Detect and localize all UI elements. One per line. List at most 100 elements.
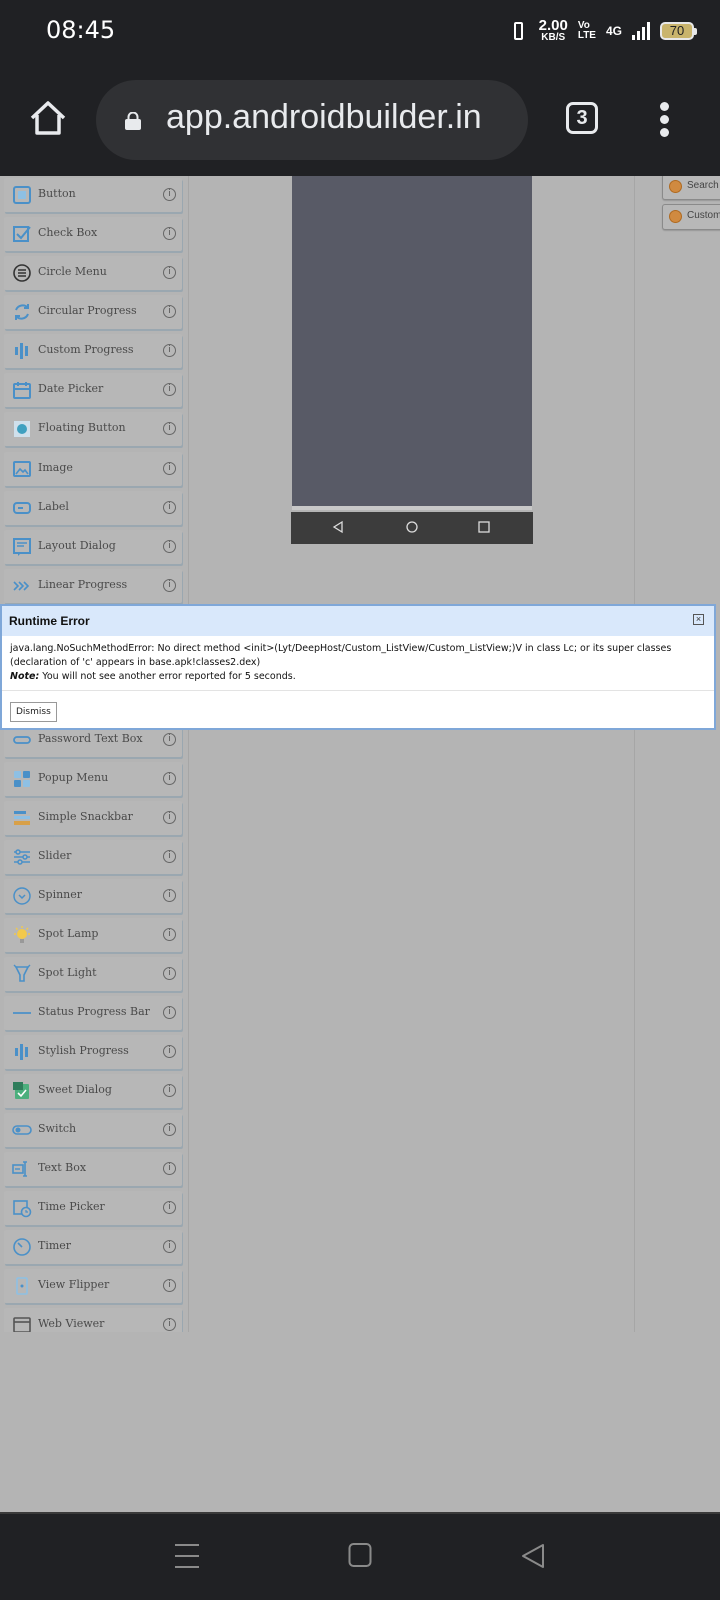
palette-item-label: Sweet Dialog	[38, 1083, 112, 1096]
palette-item-circle-menu[interactable]: Circle Menu i	[4, 256, 182, 290]
address-bar[interactable]: app.androidbuilder.in	[96, 80, 528, 160]
web-viewer-icon	[13, 1317, 31, 1332]
palette-item-label-widget[interactable]: Label i	[4, 491, 182, 525]
info-icon[interactable]: i	[163, 422, 176, 435]
info-icon[interactable]: i	[163, 1006, 176, 1019]
palette-item-spinner[interactable]: Spinner i	[4, 879, 182, 913]
clock: 08:45	[46, 16, 116, 44]
palette-item-stylish-progress[interactable]: Stylish Progress i	[4, 1035, 182, 1069]
palette-item-custom-progress[interactable]: Custom Progress i	[4, 334, 182, 368]
info-icon[interactable]: i	[163, 579, 176, 592]
dismiss-button[interactable]: Dismiss	[10, 702, 57, 722]
info-icon[interactable]: i	[163, 850, 176, 863]
info-icon[interactable]: i	[163, 733, 176, 746]
palette-item-switch[interactable]: Switch i	[4, 1113, 182, 1147]
lamp-icon	[14, 926, 30, 943]
info-icon[interactable]: i	[163, 188, 176, 201]
info-icon[interactable]: i	[163, 344, 176, 357]
dialog-title: Runtime Error	[9, 614, 90, 628]
recents-icon	[478, 521, 490, 533]
tab-switcher-button[interactable]: 3	[566, 102, 598, 134]
palette-item-web-viewer[interactable]: Web Viewer i	[4, 1308, 182, 1332]
info-icon[interactable]: i	[163, 1084, 176, 1097]
image-icon	[13, 461, 31, 477]
palette-item-floating-button[interactable]: Floating Button i	[4, 412, 182, 446]
info-icon[interactable]: i	[163, 811, 176, 824]
menu-icon[interactable]	[174, 1542, 200, 1570]
dialog-body: java.lang.NoSuchMethodError: No direct m…	[2, 636, 714, 688]
info-icon[interactable]: i	[163, 383, 176, 396]
palette-item-label: Time Picker	[38, 1200, 105, 1213]
palette-item-layout-dialog[interactable]: Layout Dialog i	[4, 530, 182, 564]
floating-button-icon	[14, 421, 30, 437]
info-icon[interactable]: i	[163, 928, 176, 941]
info-icon[interactable]: i	[163, 1045, 176, 1058]
palette-item-image[interactable]: Image i	[4, 452, 182, 486]
browser-menu-icon[interactable]	[660, 102, 670, 137]
info-icon[interactable]: i	[163, 1123, 176, 1136]
back-nav-icon[interactable]	[520, 1542, 546, 1570]
palette-item-circular-progress[interactable]: Circular Progress i	[4, 295, 182, 329]
dialog-divider	[2, 690, 714, 691]
component-tree-label: Search	[687, 180, 719, 191]
info-icon[interactable]: i	[163, 501, 176, 514]
palette-item-view-flipper[interactable]: View Flipper i	[4, 1269, 182, 1303]
dialog-header: Runtime Error ×	[2, 606, 714, 636]
palette-item-slider[interactable]: Slider i	[4, 840, 182, 874]
palette-item-text-box[interactable]: Text Box i	[4, 1152, 182, 1186]
palette-item-label: Spot Light	[38, 966, 97, 979]
palette-item-time-picker[interactable]: Time Picker i	[4, 1191, 182, 1225]
phone-preview-screen[interactable]	[292, 176, 532, 510]
info-icon[interactable]: i	[163, 772, 176, 785]
close-icon[interactable]: ×	[693, 614, 704, 625]
status-progress-icon	[13, 1012, 31, 1014]
palette-item-check-box[interactable]: Check Box i	[4, 217, 182, 251]
info-icon[interactable]: i	[163, 1201, 176, 1214]
back-icon	[332, 520, 343, 534]
palette-item-label: Layout Dialog	[38, 539, 116, 552]
info-icon[interactable]: i	[163, 540, 176, 553]
popup-menu-icon	[14, 771, 30, 787]
system-navigation-bar	[0, 1512, 720, 1600]
info-icon[interactable]: i	[163, 889, 176, 902]
info-icon[interactable]: i	[163, 305, 176, 318]
palette-item-button[interactable]: Button i	[4, 178, 182, 212]
palette-item-popup-menu[interactable]: Popup Menu i	[4, 762, 182, 796]
data-rate: 2.00 KB/S	[539, 18, 568, 43]
info-icon[interactable]: i	[163, 1318, 176, 1331]
info-icon[interactable]: i	[163, 1279, 176, 1292]
palette-item-simple-snackbar[interactable]: Simple Snackbar i	[4, 801, 182, 835]
button-icon	[13, 186, 31, 204]
palette-item-date-picker[interactable]: Date Picker i	[4, 373, 182, 407]
info-icon[interactable]: i	[163, 227, 176, 240]
home-icon[interactable]	[28, 98, 68, 138]
palette-item-label: View Flipper	[38, 1278, 110, 1291]
custom-progress-icon	[15, 343, 28, 359]
palette-divider	[188, 176, 189, 1332]
palette-item-status-progress-bar[interactable]: Status Progress Bar i	[4, 996, 182, 1030]
info-icon[interactable]: i	[163, 967, 176, 980]
palette-item-label: Spinner	[38, 888, 83, 901]
info-icon[interactable]: i	[163, 462, 176, 475]
palette-item-spot-lamp[interactable]: Spot Lamp i	[4, 918, 182, 952]
url-text: app.androidbuilder.in	[166, 98, 482, 136]
panel-divider	[634, 176, 635, 1332]
network-type: 4G	[605, 23, 622, 38]
component-tree-item[interactable]: Search	[662, 176, 720, 200]
palette-item-label: Popup Menu	[38, 771, 109, 784]
palette-item-label: Status Progress Bar	[38, 1005, 150, 1018]
component-icon	[669, 210, 682, 223]
palette-item-label: Date Picker	[38, 382, 104, 395]
palette-item-timer[interactable]: Timer i	[4, 1230, 182, 1264]
palette-item-linear-progress[interactable]: Linear Progress i	[4, 569, 182, 603]
home-square-icon[interactable]	[348, 1542, 372, 1568]
info-icon[interactable]: i	[163, 1240, 176, 1253]
palette-item-sweet-dialog[interactable]: Sweet Dialog i	[4, 1074, 182, 1108]
component-tree-item[interactable]: Custom	[662, 204, 720, 230]
browser-toolbar: app.androidbuilder.in 3	[0, 64, 720, 176]
palette-item-spot-light[interactable]: Spot Light i	[4, 957, 182, 991]
info-icon[interactable]: i	[163, 266, 176, 279]
palette-item-label: Circle Menu	[38, 265, 107, 278]
info-icon[interactable]: i	[163, 1162, 176, 1175]
slider-icon	[14, 849, 30, 865]
